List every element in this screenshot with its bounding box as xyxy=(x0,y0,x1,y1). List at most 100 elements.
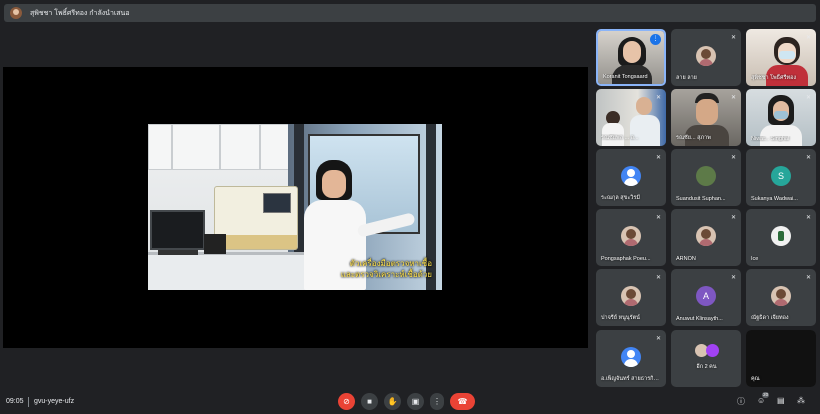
participant-avatar xyxy=(621,286,641,306)
participant-avatar xyxy=(771,286,791,306)
presented-video: ตัวเครื่องมือตรวจหาเชื้อ และตรวจวิเคราะห… xyxy=(148,124,442,290)
participant-tile[interactable]: ✕ รณชัยพล ... อ... xyxy=(596,89,666,146)
participant-avatar xyxy=(771,226,791,246)
mic-off-icon: ✕ xyxy=(655,336,661,342)
participant-avatar: A xyxy=(696,286,716,306)
raise-hand-button[interactable]: ✋ xyxy=(384,393,401,410)
presenter-banner-text: สุพิชชา โพธิ์ศรีทอง กำลังนำเสนอ xyxy=(30,9,130,17)
participant-avatar xyxy=(621,226,641,246)
mic-off-icon: ✕ xyxy=(805,155,811,161)
participant-name: Pongsaphak Poeu... xyxy=(601,256,651,262)
participant-tile[interactable]: ✕ รณชัย... สุภาพ xyxy=(671,89,741,146)
more-participants-tile[interactable]: อีก 2 คน xyxy=(671,330,741,387)
participant-name: ARNON xyxy=(676,256,696,262)
video-monitor xyxy=(150,210,205,250)
participant-tile[interactable]: ✕ ลาย ลาย xyxy=(671,29,741,86)
participant-tile[interactable]: ✕ Niwat... Singhal xyxy=(746,89,816,146)
participant-name: คุณ xyxy=(751,376,760,382)
participant-name: รณชัยพล ... อ... xyxy=(601,135,639,141)
participant-tile[interactable]: ✕ สุพิชชา โพธิ์ศรีทอง xyxy=(746,29,816,86)
participant-name: อ.เพ็ญจันทร์ สายธารกิจพิ... xyxy=(601,376,662,382)
mic-off-icon: ✕ xyxy=(805,275,811,281)
mic-off-icon: ✕ xyxy=(805,95,811,101)
video-keyboard xyxy=(158,250,198,255)
info-icon: ⓘ xyxy=(737,397,745,406)
mic-off-icon: ✕ xyxy=(655,215,661,221)
video-device xyxy=(204,234,226,254)
more-options-button[interactable]: ⋮ xyxy=(430,393,444,410)
subtitle-line-2: และตรวจวิเคราะห์เชื้อด้วย xyxy=(340,270,432,279)
participant-name: ปาจรีย์ หนูนุรัตน์ xyxy=(601,315,640,321)
participant-name: Anuwut Klinsayth... xyxy=(676,316,723,322)
participant-tile[interactable]: ⋮ Koranit Tongsaard xyxy=(596,29,666,86)
participant-name: Suandusit Suphan... xyxy=(676,196,726,202)
participant-tile[interactable]: ✕ A Anuwut Klinsayth... xyxy=(671,269,741,326)
camera-icon: ■ xyxy=(367,397,372,406)
participant-avatar xyxy=(696,226,716,246)
participant-tile[interactable]: ✕ Pongsaphak Poeu... xyxy=(596,209,666,266)
people-button[interactable]: ☺ 20 xyxy=(757,392,770,405)
mic-off-icon: ✕ xyxy=(730,275,736,281)
mic-toggle-button[interactable]: ⊘ xyxy=(338,393,355,410)
present-button[interactable]: ▣ xyxy=(407,393,424,410)
participant-name: Ice xyxy=(751,256,759,262)
participant-avatar xyxy=(696,166,716,186)
camera-toggle-button[interactable]: ■ xyxy=(361,393,378,410)
mic-off-icon: ✕ xyxy=(805,215,811,221)
meet-app: สุพิชชา โพธิ์ศรีทอง กำลังนำเสนอ ตัวเครื่… xyxy=(0,0,820,414)
present-icon: ▣ xyxy=(411,397,420,406)
participant-name: ณัฐธิดา เจียทอง xyxy=(751,315,789,321)
video-subtitle: ตัวเครื่องมือตรวจหาเชื้อ และตรวจวิเคราะห… xyxy=(341,258,432,280)
participant-tile[interactable]: ✕ Suandusit Suphan... xyxy=(671,149,741,206)
participant-tile[interactable]: ✕ Ice xyxy=(746,209,816,266)
mic-off-icon: ✕ xyxy=(655,95,661,101)
raise-hand-icon: ✋ xyxy=(387,397,398,406)
video-cabinet xyxy=(172,124,220,170)
participant-tile[interactable]: ✕ ARNON xyxy=(671,209,741,266)
participant-tile[interactable]: ✕ ปาจรีย์ หนูนุรัตน์ xyxy=(596,269,666,326)
chat-button[interactable]: ▤ xyxy=(777,396,785,405)
speaking-indicator-icon: ⋮ xyxy=(650,34,661,45)
leave-call-button[interactable]: ☎ xyxy=(450,393,475,410)
participant-tile[interactable]: ✕ อ.เพ็ญจันทร์ สายธารกิจพิ... xyxy=(596,330,666,387)
participant-name: รณชัย... สุภาพ xyxy=(676,135,711,141)
participant-tile[interactable]: ✕ S Sukanya Wadwai... xyxy=(746,149,816,206)
participant-avatar xyxy=(621,166,641,186)
video-cabinet xyxy=(148,124,172,170)
participant-name: สุพิชชา โพธิ์ศรีทอง xyxy=(751,75,797,81)
participant-name: Koranit Tongsaard xyxy=(603,74,648,80)
self-view-tile[interactable]: คุณ xyxy=(746,330,816,387)
meeting-time: 09:05 xyxy=(6,398,24,405)
divider xyxy=(28,397,29,407)
mic-off-icon: ✕ xyxy=(655,275,661,281)
subtitle-line-1: ตัวเครื่องมือตรวจหาเชื้อ xyxy=(349,259,432,268)
chat-icon: ▤ xyxy=(777,396,785,405)
participant-tile[interactable]: ✕ ระณกุล สุขะวิรมี xyxy=(596,149,666,206)
mic-off-icon: ✕ xyxy=(655,155,661,161)
more-icon: ⋮ xyxy=(433,397,441,406)
participant-name: Sukanya Wadwai... xyxy=(751,196,798,202)
participant-avatar xyxy=(696,46,716,66)
mic-off-icon: ✕ xyxy=(730,215,736,221)
hang-up-icon: ☎ xyxy=(457,397,468,406)
mic-off-icon: ✕ xyxy=(805,35,811,41)
more-participants-label: อีก 2 คน xyxy=(696,364,717,370)
meeting-code: gvu-yeye-ufz xyxy=(34,398,75,405)
mic-off-icon: ⊘ xyxy=(343,397,350,406)
info-button[interactable]: ⓘ xyxy=(737,396,745,407)
activities-button[interactable]: ⁂ xyxy=(797,396,805,405)
presenter-avatar xyxy=(10,7,22,19)
video-cabinet xyxy=(220,124,260,170)
mic-off-icon: ✕ xyxy=(730,95,736,101)
participant-count-badge: 20 xyxy=(762,392,770,398)
participant-tile[interactable]: ✕ ณัฐธิดา เจียทอง xyxy=(746,269,816,326)
presenter-banner: สุพิชชา โพธิ์ศรีทอง กำลังนำเสนอ xyxy=(4,4,816,22)
participant-name: ลาย ลาย xyxy=(676,75,697,81)
more-participants-avatars xyxy=(695,344,719,358)
bottom-bar: 09:05 gvu-yeye-ufz ⊘ ■ ✋ ▣ ⋮ ☎ ⓘ ☺ 20 ▤ … xyxy=(0,390,820,414)
activities-icon: ⁂ xyxy=(797,396,805,405)
video-lab-machine xyxy=(214,186,298,250)
participant-avatar: S xyxy=(771,166,791,186)
participant-name: ระณกุล สุขะวิรมี xyxy=(601,195,640,201)
participant-avatar xyxy=(621,347,641,367)
